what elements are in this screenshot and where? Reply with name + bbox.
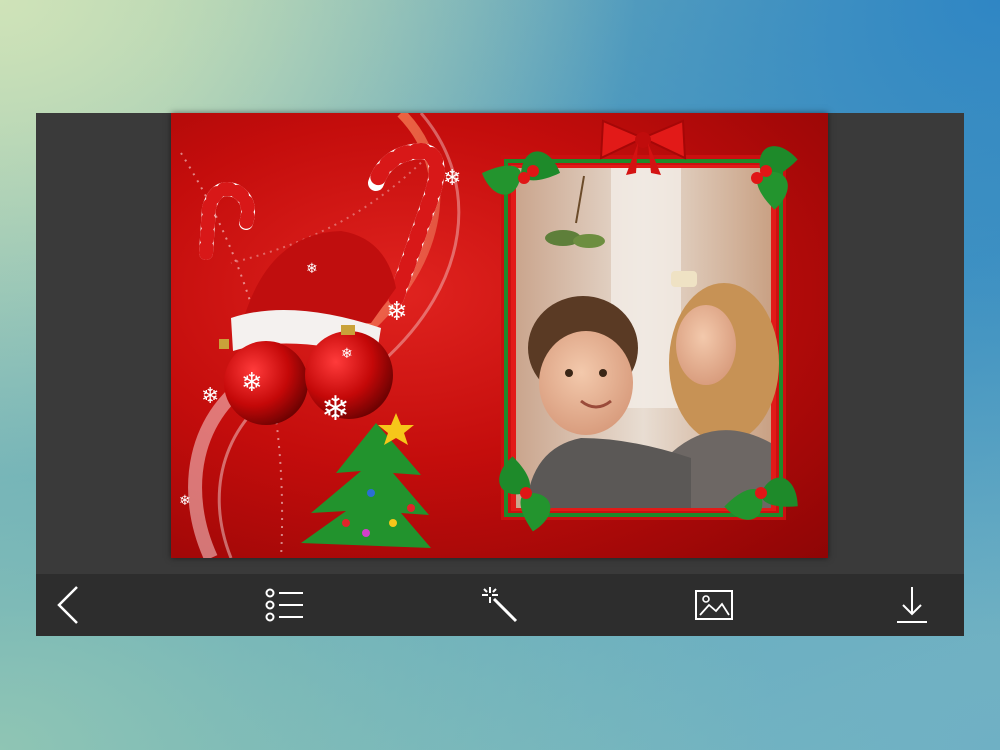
svg-text:❄: ❄ [241,368,263,398]
bottom-toolbar [36,574,964,636]
gallery-button[interactable] [688,580,740,630]
candy-cane-icon [199,182,255,260]
photo-canvas[interactable]: ❄ ❄ ❄ ❄ ❄ ❄ ❄ ❄ [171,113,828,558]
svg-text:❄: ❄ [201,384,219,409]
svg-text:❄: ❄ [341,346,353,362]
editor-panel: ❄ ❄ ❄ ❄ ❄ ❄ ❄ ❄ [36,113,964,636]
frames-list-button[interactable] [259,580,311,630]
effects-button[interactable] [474,580,526,630]
chevron-left-icon [57,586,78,624]
back-button[interactable] [42,580,94,630]
photo-image [516,168,779,508]
svg-text:❄: ❄ [386,297,408,327]
download-button[interactable] [886,580,938,630]
image-icon [695,590,733,620]
svg-text:❄: ❄ [306,261,318,277]
svg-text:❄: ❄ [179,493,191,509]
list-icon [265,588,303,622]
svg-text:❄: ❄ [443,166,461,191]
svg-text:❄: ❄ [321,389,350,429]
christmas-tree-icon [301,413,431,548]
download-icon [897,587,927,623]
magic-wand-icon [482,587,518,623]
christmas-frame-artwork: ❄ ❄ ❄ ❄ ❄ ❄ ❄ ❄ [179,113,798,558]
